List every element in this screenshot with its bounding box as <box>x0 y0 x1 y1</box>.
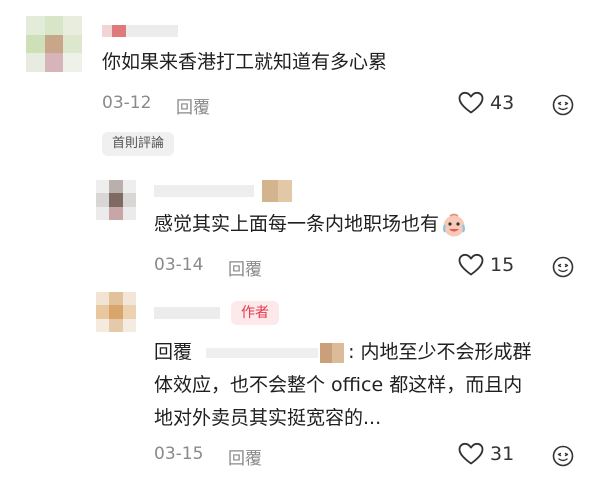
like-count: 43 <box>490 92 515 114</box>
author-badge: 作者 <box>231 301 279 325</box>
reply-button[interactable]: 回覆 <box>228 444 262 469</box>
heart-outline-icon <box>458 253 484 276</box>
first-comment-badge: 首則評論 <box>102 132 175 156</box>
avatar-blurred[interactable] <box>96 180 136 220</box>
avatar-blurred[interactable] <box>96 292 136 332</box>
like-count: 31 <box>490 443 515 465</box>
like-button[interactable]: 43 <box>458 91 514 115</box>
comment-text: 你如果来香港打工就知道有多心累 <box>102 51 388 73</box>
like-button[interactable]: 31 <box>458 442 514 466</box>
username-blurred[interactable] <box>102 19 182 41</box>
like-button[interactable]: 15 <box>458 253 514 277</box>
mention-username-blurred[interactable] <box>200 342 346 363</box>
heart-outline-icon <box>458 442 484 465</box>
like-count: 15 <box>490 254 515 276</box>
crying-laughing-baby-emoji <box>443 213 466 236</box>
comment-date: 03-15 <box>154 444 204 464</box>
reply-prefix: 回覆 <box>154 341 193 363</box>
comment-text-line-1: 回覆 : 内地至少不会形成群 <box>154 336 532 369</box>
comment-line-1: : 内地至少不会形成群 <box>348 341 532 363</box>
username-blurred[interactable] <box>154 178 304 204</box>
tongue-face-icon[interactable] <box>552 94 574 116</box>
comment-text-line-2: 体效应，也不会整个 office 都这样，而且内 <box>154 374 523 396</box>
comment-text-body: 感觉其实上面每一条内地职场也有 <box>154 213 440 235</box>
heart-outline-icon <box>458 91 484 114</box>
avatar-blurred[interactable] <box>26 16 82 72</box>
tongue-face-icon[interactable] <box>552 256 574 278</box>
comment-date: 03-12 <box>102 93 152 113</box>
comment-text-line-3: 地对外卖员其实挺宽容的... <box>154 407 382 429</box>
tongue-face-icon[interactable] <box>552 445 574 467</box>
username-blurred[interactable] <box>154 303 224 323</box>
reply-button[interactable]: 回覆 <box>228 255 262 280</box>
comment-text: 感觉其实上面每一条内地职场也有 <box>154 208 467 241</box>
comment-date: 03-14 <box>154 255 204 275</box>
reply-button[interactable]: 回覆 <box>176 93 210 118</box>
